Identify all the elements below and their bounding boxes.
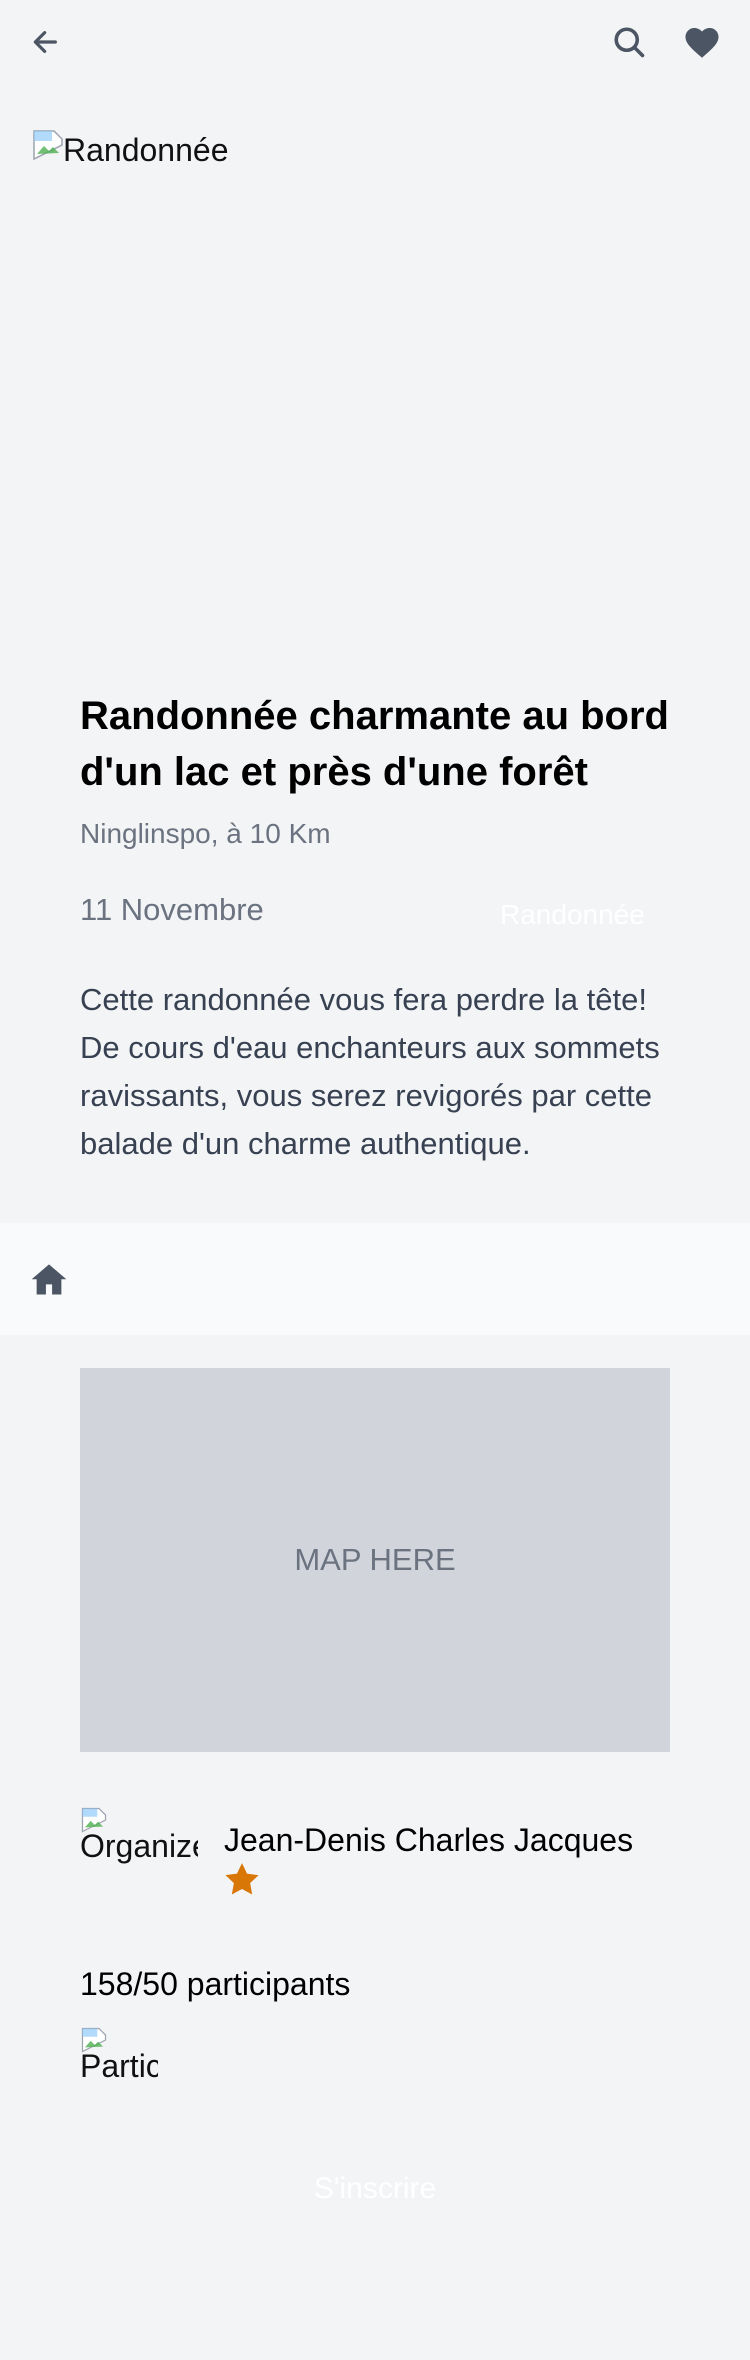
event-description: Cette randonnée vous fera perdre la tête… <box>80 982 660 1161</box>
favorite-button[interactable] <box>677 17 727 67</box>
event-location: Ninglinspo, à 10 Km <box>80 818 331 849</box>
search-icon <box>614 27 645 58</box>
broken-image-icon <box>31 128 65 162</box>
organizer-avatar-alt: Organizer <box>80 1828 198 1864</box>
hero-image: Randonnée <box>31 128 721 668</box>
map-placeholder-text: MAP HERE <box>294 1542 456 1577</box>
home-icon <box>31 1264 67 1295</box>
event-date: 11 Novembre <box>80 892 264 927</box>
home-button[interactable] <box>24 1254 74 1304</box>
hero-image-alt: Randonnée <box>63 132 229 168</box>
participant-avatar: Participant <box>80 2026 158 2090</box>
participants-count: 158/50 participants <box>80 1966 351 2002</box>
search-button[interactable] <box>604 17 654 67</box>
event-title: Randonnée charmante au bord d'un lac et … <box>80 694 669 794</box>
arrow-left-icon <box>33 31 57 53</box>
back-button[interactable] <box>22 18 70 66</box>
map-placeholder[interactable]: MAP HERE <box>80 1368 670 1752</box>
category-badge: Randonnée <box>500 899 645 930</box>
heart-icon <box>685 28 719 58</box>
nav-bar <box>0 1223 750 1335</box>
signup-button[interactable]: S'inscrire <box>175 2172 575 2216</box>
star-icon <box>224 1862 260 1901</box>
participant-avatar-alt: Participant <box>80 2048 158 2084</box>
organizer-name[interactable]: Jean-Denis Charles Jacques <box>224 1822 633 1859</box>
organizer-avatar: Organizer <box>80 1806 198 1876</box>
